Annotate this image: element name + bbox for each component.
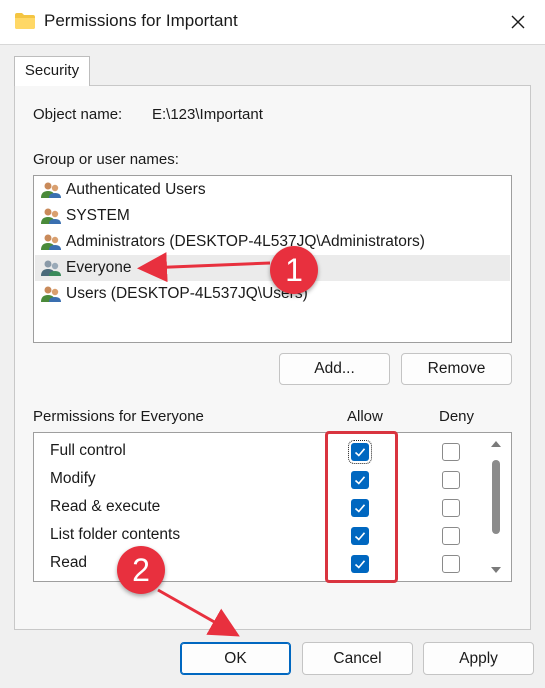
- permission-row-read: Read: [34, 550, 484, 578]
- list-item-label: Authenticated Users: [66, 181, 206, 198]
- permission-name: Read: [50, 554, 88, 571]
- permission-row-partial: [34, 578, 484, 582]
- users-icon: [41, 182, 61, 198]
- deny-modify-checkbox[interactable]: [442, 471, 460, 489]
- group-names-label: Group or user names:: [33, 151, 179, 168]
- step-2-badge: 2: [117, 546, 165, 594]
- object-name-value: E:\123\Important: [152, 106, 263, 123]
- cancel-button[interactable]: Cancel: [302, 642, 413, 675]
- close-icon: [511, 15, 525, 29]
- users-icon: [41, 260, 61, 276]
- permission-row-read-execute: Read & execute: [34, 494, 484, 522]
- allow-highlight-box: [325, 431, 398, 583]
- deny-read-checkbox[interactable]: [442, 555, 460, 573]
- list-item-label: SYSTEM: [66, 207, 130, 224]
- tab-security[interactable]: Security: [14, 56, 90, 86]
- list-item-system[interactable]: SYSTEM: [35, 203, 510, 229]
- close-button[interactable]: [496, 2, 540, 42]
- list-item-users[interactable]: Users (DESKTOP-4L537JQ\Users): [35, 281, 510, 307]
- window-title: Permissions for Important: [44, 11, 238, 30]
- permissions-list: Full control Modify Read & execute List …: [33, 432, 512, 582]
- list-item-label: Administrators (DESKTOP-4L537JQ\Administ…: [66, 233, 425, 250]
- deny-list-folder-contents-checkbox[interactable]: [442, 527, 460, 545]
- add-button[interactable]: Add...: [279, 353, 390, 385]
- scroll-thumb[interactable]: [492, 460, 500, 534]
- users-icon: [41, 234, 61, 250]
- list-item-label: Users (DESKTOP-4L537JQ\Users): [66, 285, 308, 302]
- folder-icon: [15, 13, 35, 29]
- permission-row-full-control: Full control: [34, 438, 484, 466]
- remove-button[interactable]: Remove: [401, 353, 512, 385]
- permissions-scrollbar[interactable]: [489, 434, 509, 580]
- permissions-label: Permissions for Everyone: [33, 408, 204, 425]
- users-icon: [41, 208, 61, 224]
- users-icon: [41, 286, 61, 302]
- deny-full-control-checkbox[interactable]: [442, 443, 460, 461]
- scroll-down-arrow-icon[interactable]: [491, 566, 501, 574]
- scroll-up-arrow-icon[interactable]: [491, 440, 501, 448]
- title-bar: Permissions for Important: [0, 0, 545, 45]
- permission-name: List folder contents: [50, 526, 181, 543]
- list-item-administrators[interactable]: Administrators (DESKTOP-4L537JQ\Administ…: [35, 229, 510, 255]
- step-1-badge: 1: [270, 246, 318, 294]
- deny-header: Deny: [439, 408, 475, 425]
- apply-button[interactable]: Apply: [423, 642, 534, 675]
- permission-name: Read & execute: [50, 498, 161, 515]
- permission-name: Modify: [50, 470, 96, 487]
- permission-name: Full control: [50, 442, 126, 459]
- list-item-label: Everyone: [66, 259, 132, 276]
- object-name-label: Object name:: [33, 106, 123, 123]
- deny-next-checkbox[interactable]: [442, 581, 460, 582]
- list-item-authenticated-users[interactable]: Authenticated Users: [35, 177, 510, 203]
- permission-row-modify: Modify: [34, 466, 484, 494]
- permission-row-list-folder-contents: List folder contents: [34, 522, 484, 550]
- ok-button[interactable]: OK: [180, 642, 291, 675]
- allow-header: Allow: [347, 408, 383, 425]
- deny-read-execute-checkbox[interactable]: [442, 499, 460, 517]
